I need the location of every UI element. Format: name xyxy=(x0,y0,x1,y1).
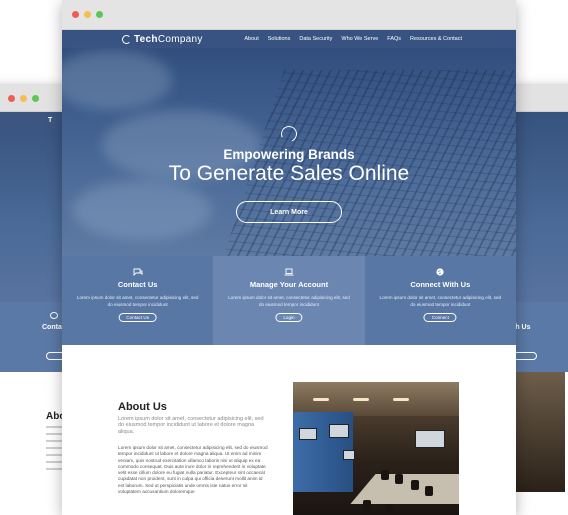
feature-button[interactable] xyxy=(513,352,537,360)
brand-prefix: Tech xyxy=(134,33,158,45)
hero-subheadline: To Generate Sales Online xyxy=(168,162,410,185)
feature-title: Connect With Us xyxy=(410,280,471,289)
browser-window: Tech Company About Solutions Data Securi… xyxy=(62,0,516,515)
nav-item-solutions[interactable]: Solutions xyxy=(268,36,291,42)
close-dot-icon[interactable] xyxy=(8,95,15,102)
feature-description: Lorem ipsum dolor sit amet, consectetur … xyxy=(228,295,350,307)
feature-contact: Contact Us Lorem ipsum dolor sit amet, c… xyxy=(62,256,214,345)
chat-icon xyxy=(133,268,143,276)
feature-title: Conta xyxy=(42,324,62,331)
photo-chair xyxy=(425,486,433,496)
minimize-dot-icon[interactable] xyxy=(84,11,91,18)
maximize-dot-icon[interactable] xyxy=(96,11,103,18)
contact-us-button[interactable]: Contact Us xyxy=(118,313,158,322)
feature-title: Manage Your Account xyxy=(249,280,329,289)
cloud-decoration xyxy=(72,180,212,240)
feature-description: Lorem ipsum dolor sit amet, consectetur … xyxy=(379,295,502,307)
about-section: About Us Lorem ipsum dolor sit amet, con… xyxy=(62,345,516,515)
logo-icon xyxy=(122,34,131,44)
nav-item-about[interactable]: About xyxy=(244,36,258,42)
nav-item-faqs[interactable]: FAQs xyxy=(387,36,401,42)
about-title: About Us xyxy=(118,401,167,413)
photo-chair xyxy=(411,480,419,490)
about-photo xyxy=(515,372,565,492)
mockup-stage: T Conta Abou th Us Tech Company About So… xyxy=(0,0,568,515)
feature-title: Contact Us xyxy=(117,280,158,289)
feature-description: Lorem ipsum dolor sit amet, consectetur … xyxy=(76,295,199,307)
close-dot-icon[interactable] xyxy=(72,11,79,18)
feature-connect: Connect With Us Lorem ipsum dolor sit am… xyxy=(364,256,516,345)
about-subtitle: Lorem ipsum dolor sit amet, consectetur … xyxy=(118,416,264,435)
about-body: Lorem ipsum dolor sit amet, consectetur … xyxy=(118,445,268,495)
photo-light xyxy=(393,398,409,401)
top-navbar: Tech Company About Solutions Data Securi… xyxy=(62,30,516,48)
nav-menu: About Solutions Data Security Who We Ser… xyxy=(244,36,462,42)
login-button[interactable]: Login xyxy=(275,313,303,322)
brand-suffix: Company xyxy=(157,33,203,45)
photo-chair xyxy=(381,470,389,480)
minimize-dot-icon[interactable] xyxy=(20,95,27,102)
nav-item-who-we-serve[interactable]: Who We Serve xyxy=(341,36,378,42)
feature-band: Contact Us Lorem ipsum dolor sit amet, c… xyxy=(62,256,516,345)
chat-icon xyxy=(50,312,58,319)
browser-chrome xyxy=(62,0,516,30)
laptop-icon xyxy=(284,268,294,276)
feature-account: Manage Your Account Lorem ipsum dolor si… xyxy=(213,256,365,345)
photo-screen xyxy=(415,430,445,448)
nav-item-data-security[interactable]: Data Security xyxy=(299,36,332,42)
learn-more-button[interactable]: Learn More xyxy=(236,201,342,223)
photo-screen xyxy=(343,450,355,460)
nav-item-resources-contact[interactable]: Resources & Contact xyxy=(410,36,462,42)
globe-icon xyxy=(436,268,444,276)
window-controls xyxy=(72,11,103,18)
hero-section: Tech Company About Solutions Data Securi… xyxy=(62,30,516,256)
photo-light xyxy=(353,398,369,401)
window-controls xyxy=(8,95,39,102)
maximize-dot-icon[interactable] xyxy=(32,95,39,102)
hero-headline: Empowering Brands xyxy=(223,147,355,162)
photo-screen xyxy=(329,424,349,438)
photo-chair xyxy=(363,500,371,510)
cloud-decoration xyxy=(62,50,172,110)
conference-room-photo xyxy=(293,382,459,515)
brand-logo[interactable]: Tech Company xyxy=(122,34,203,45)
photo-screen xyxy=(299,428,317,440)
connect-button[interactable]: Connect xyxy=(423,313,457,322)
photo-light xyxy=(313,398,329,401)
photo-chair xyxy=(385,504,393,514)
photo-chair xyxy=(395,474,403,484)
